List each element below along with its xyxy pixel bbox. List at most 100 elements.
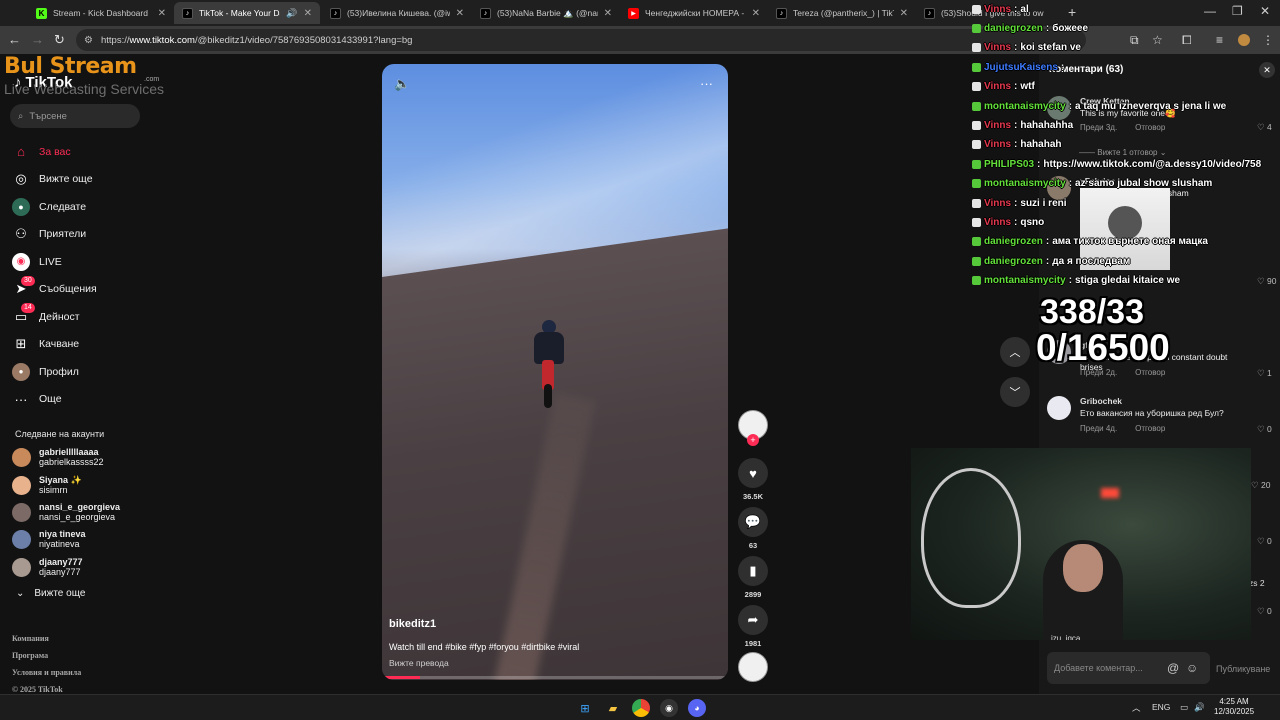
tab-youtube[interactable]: ▶ Ченгеджийски НОМЕРА - You ✕ [620,2,768,24]
close-icon[interactable]: ✕ [304,8,312,19]
follow-plus-icon[interactable]: + [747,434,759,446]
sidebar-item-activity[interactable]: ▭ 14 Дейност [12,303,180,331]
reload-button[interactable]: ↻ [54,32,65,48]
window-close-button[interactable]: ✕ [1260,4,1270,18]
comment-likes[interactable]: ♡ 1 [1257,368,1272,379]
sidebar-item-more[interactable]: ··· Още [12,386,180,414]
chat-separator: : [1014,197,1018,209]
translate-link[interactable]: Вижте превода [389,658,449,668]
comment-likes[interactable]: ♡ 20 [1251,480,1270,491]
footer-link-program[interactable]: Програма [12,647,81,664]
close-icon[interactable]: ✕ [752,8,760,19]
video-player[interactable]: 🔈 ··· bikeditz1 Watch till end #bike #fy… [382,64,728,680]
emoji-icon[interactable]: ☺ [1186,661,1198,675]
address-bar[interactable]: ⚙ https://www.tiktok.com/@bikeditz1/vide… [76,29,1086,51]
comment-author[interactable]: Gribochek [1080,396,1122,406]
reply-button[interactable]: Отговор [1135,424,1165,433]
next-video-button[interactable]: ﹀ [1000,377,1030,407]
extensions-icon[interactable]: ⧠ [1182,33,1192,48]
search-input[interactable]: ⌕ Търсене [10,104,140,128]
profile-avatar-icon[interactable] [1238,34,1250,46]
reply-button[interactable]: Отговор [1135,368,1165,377]
minimize-button[interactable]: — [1204,4,1216,18]
publish-button[interactable]: Публикуване [1216,664,1270,674]
maximize-button[interactable]: ❐ [1232,4,1243,18]
language-indicator[interactable]: ENG [1152,702,1170,712]
close-icon[interactable]: ✕ [604,8,612,19]
account-item[interactable]: niya tineva niyatineva [12,527,86,551]
video-progress-bar[interactable] [382,676,728,679]
sidebar-item-upload[interactable]: ⊞ Качване [12,331,180,359]
menu-icon[interactable]: ⋮ [1262,33,1274,47]
account-item[interactable]: djaany777 djaany777 [12,555,83,579]
close-icon[interactable]: ✕ [158,8,166,19]
more-options-icon[interactable]: ··· [700,76,713,91]
close-comments-button[interactable]: ✕ [1259,62,1275,78]
footer-link-terms[interactable]: Условия и правила [12,664,81,681]
avatar[interactable] [1047,396,1071,420]
chrome-icon[interactable] [632,699,650,717]
windows-start-icon[interactable]: ⊞ [576,699,594,717]
sidebar-item-live[interactable]: ◉ LIVE [12,248,180,276]
discord-icon[interactable]: ◕ [688,699,706,717]
comment-likes[interactable]: ♡ 0 [1257,606,1272,617]
mute-icon[interactable]: 🔈 [394,76,410,92]
chat-separator: : [1014,139,1018,151]
speaker-icon[interactable]: 🔊 [286,8,297,19]
tab-kick-dashboard[interactable]: K Stream - Kick Dashboard ✕ [28,2,174,24]
share-button[interactable]: ➦ 1981 [738,605,768,648]
site-info-icon[interactable]: ⚙ [84,35,93,46]
obs-icon[interactable]: ◉ [660,699,678,717]
account-item[interactable]: Siyana ✨ sisimrn [12,473,82,497]
like-count: 36.5K [742,492,763,501]
sound-avatar[interactable] [738,652,768,682]
tab-iwkaf[interactable]: ♪ (53)Ивелина Кишева. (@iwkaf ✕ [322,2,472,24]
tab-title: TikTok - Make Your Day [199,8,281,18]
tab-tiktok-active[interactable]: ♪ TikTok - Make Your Day 🔊 ✕ [174,2,320,24]
video-author[interactable]: bikeditz1 [389,618,436,630]
previous-video-button[interactable]: ︿ [1000,337,1030,367]
footer-link-company[interactable]: Компания [12,630,81,647]
comment-input[interactable]: Добавете коментар... @ ☺ [1047,652,1210,684]
volume-icon[interactable]: 🔊 [1194,702,1205,713]
comment-likes[interactable]: ♡ 0 [1257,536,1272,547]
account-item[interactable]: gabrielllllaaaa gabrielkassss22 [12,445,104,469]
file-explorer-icon[interactable]: ▰ [604,699,622,717]
comment-likes[interactable]: ♡ 0 [1257,424,1272,435]
sidebar-item-friends[interactable]: ⚇ Приятели [12,221,180,249]
comment-likes[interactable]: ♡ 4 [1257,122,1272,133]
sidebar-item-profile[interactable]: ● Профил [12,358,180,386]
sidebar-item-following[interactable]: ● Следвате [12,193,180,221]
comment-time: Преди 2д. [1080,368,1118,377]
account-item[interactable]: nansi_e_georgieva nansi_e_georgieva [12,500,120,524]
install-app-icon[interactable]: ⧉ [1130,33,1139,48]
sidebar-item-messages[interactable]: ➤ 30 Съобщения [12,275,180,304]
forward-button[interactable]: → [31,32,44,47]
clock[interactable]: 4:25 AM 12/30/2025 [1214,697,1254,717]
like-button[interactable]: ♥ 36.5K [738,458,768,501]
tray-chevron-icon[interactable]: ︿ [1132,702,1141,714]
share-count: 1981 [744,639,762,648]
search-placeholder: Търсене [29,110,67,122]
chat-message: montanaismycity: az samo jubal show slush… [972,175,1212,193]
mention-icon[interactable]: @ [1167,661,1179,675]
sidebar-item-for-you[interactable]: ⌂ За вас [12,138,180,166]
chat-text: a taq mu izneverqva s jena li we [1075,100,1227,112]
reply-button[interactable]: Отговор [1135,123,1165,132]
see-more-accounts[interactable]: ⌄ Вижте още [16,588,85,599]
back-button[interactable]: ← [8,32,21,47]
media-controls-icon[interactable]: ≡ [1216,33,1223,47]
tab-tereza[interactable]: ♪ Tereza (@pantherix_) | TikTok ✕ [768,2,916,24]
bookmark-star-icon[interactable]: ☆ [1152,33,1163,47]
comment-author[interactable]: zs 2 [1249,578,1265,588]
close-icon[interactable]: ✕ [456,8,464,19]
new-tab-button[interactable]: + [1068,4,1076,20]
comment-likes[interactable]: ♡ 90 [1257,276,1276,287]
chat-username: Vinns [984,139,1012,151]
close-icon[interactable]: ✕ [900,8,908,19]
network-icon[interactable]: ▭ [1180,702,1188,713]
comment-button[interactable]: 💬 63 [738,507,768,550]
save-button[interactable]: ▮ 2899 [738,556,768,599]
sidebar-item-explore[interactable]: ◎ Вижте още [12,166,180,194]
tab-nanabarbie[interactable]: ♪ (53)NaNa Barbie 🏔️ (@nanaba ✕ [472,2,620,24]
